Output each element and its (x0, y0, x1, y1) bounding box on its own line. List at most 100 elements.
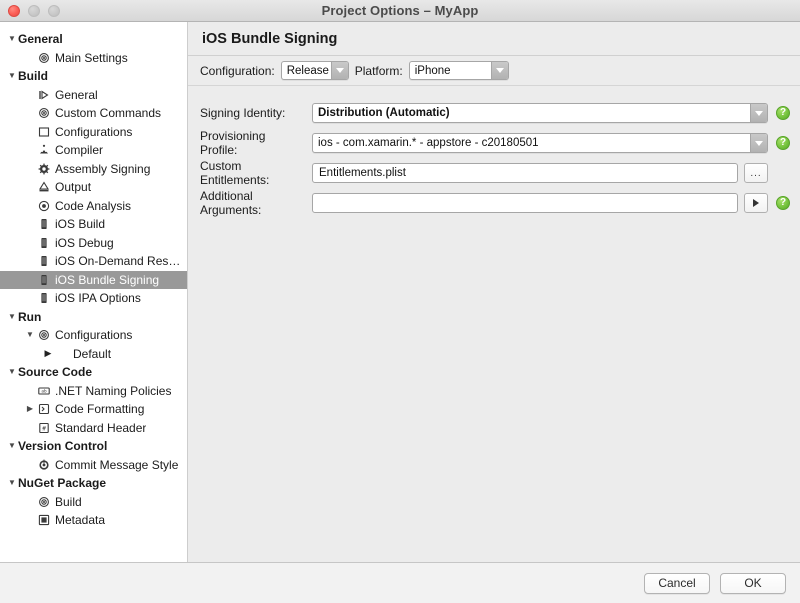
zoom-window-button (48, 5, 60, 17)
sidebar-item-configurations[interactable]: Configurations (0, 123, 187, 142)
platform-dropdown[interactable]: iPhone (409, 61, 509, 80)
sidebar-item-standard-header[interactable]: #Standard Header (0, 419, 187, 438)
build-general-icon (36, 89, 52, 101)
signing-identity-label: Signing Identity: (200, 106, 312, 120)
ok-button[interactable]: OK (720, 573, 786, 594)
sidebar-item-ios-ipa-options[interactable]: iOS IPA Options (0, 289, 187, 308)
sidebar-item-build[interactable]: Build (0, 493, 187, 512)
window-title: Project Options – MyApp (0, 3, 800, 18)
chevron-down-icon (750, 104, 767, 122)
svg-text:ab: ab (41, 388, 47, 394)
output-icon (36, 181, 52, 193)
signing-identity-help-icon[interactable]: ? (776, 106, 790, 120)
custom-entitlements-browse-button[interactable]: ... (744, 163, 768, 183)
configuration-bar: Configuration: Release Platform: iPhone (188, 56, 800, 86)
signing-form: Signing Identity: Distribution (Automati… (188, 86, 800, 562)
sidebar-item-version-control[interactable]: ▼Version Control (0, 437, 187, 456)
provisioning-profile-label: Provisioning Profile: (200, 129, 312, 157)
device-icon (36, 218, 52, 230)
project-options-window: Project Options – MyApp ▼GeneralMain Set… (0, 0, 800, 603)
sidebar-item-commit-message-style[interactable]: Commit Message Style (0, 456, 187, 475)
sidebar-item-assembly-signing[interactable]: Assembly Signing (0, 160, 187, 179)
sidebar-item-custom-commands[interactable]: Custom Commands (0, 104, 187, 123)
chevron-right-icon[interactable]: ▶ (24, 405, 36, 413)
provisioning-profile-value: ios - com.xamarin.* - appstore - c201805… (313, 134, 750, 152)
chevron-down-icon[interactable]: ▼ (6, 72, 18, 80)
gear-burst-icon (36, 163, 52, 175)
sidebar-item-nuget-package[interactable]: ▼NuGet Package (0, 474, 187, 493)
sidebar-item-ios-build[interactable]: iOS Build (0, 215, 187, 234)
svg-text:#: # (42, 425, 46, 432)
chevron-down-icon (331, 62, 348, 79)
provisioning-profile-help-icon[interactable]: ? (776, 136, 790, 150)
sidebar-item-label: iOS IPA Options (55, 291, 141, 305)
sidebar-item-general[interactable]: ▼General (0, 30, 187, 49)
provisioning-profile-dropdown[interactable]: ios - com.xamarin.* - appstore - c201805… (312, 133, 768, 153)
sidebar-item-configurations[interactable]: ▼ Configurations (0, 326, 187, 345)
configuration-dropdown[interactable]: Release (281, 61, 349, 80)
sidebar-item-label: Code Formatting (55, 402, 144, 416)
sidebar-item-label: General (55, 88, 98, 102)
configuration-value: Release (282, 62, 331, 79)
sidebar-item-code-formatting[interactable]: ▶ Code Formatting (0, 400, 187, 419)
sidebar-item-code-analysis[interactable]: Code Analysis (0, 197, 187, 216)
additional-arguments-row: Additional Arguments: ? (188, 188, 800, 218)
sidebar-item-general[interactable]: General (0, 86, 187, 105)
sidebar-item-default[interactable]: ▶ Default (0, 345, 187, 364)
sidebar-item-output[interactable]: Output (0, 178, 187, 197)
chevron-down-icon[interactable]: ▼ (6, 442, 18, 450)
device-icon (36, 292, 52, 304)
sidebar-item-ios-bundle-signing[interactable]: iOS Bundle Signing (0, 271, 187, 290)
cancel-button[interactable]: Cancel (644, 573, 710, 594)
additional-arguments-help-icon[interactable]: ? (776, 196, 790, 210)
sidebar-item-label: Build (55, 495, 82, 509)
chevron-right-icon[interactable]: ▶ (42, 349, 54, 358)
additional-arguments-expand-button[interactable] (744, 193, 768, 213)
custom-entitlements-input[interactable]: Entitlements.plist (312, 163, 738, 183)
chevron-down-icon[interactable]: ▼ (6, 313, 18, 321)
chevron-down-icon[interactable]: ▼ (24, 331, 36, 339)
sidebar-item-build[interactable]: ▼Build (0, 67, 187, 86)
sidebar-item-ios-on-demand-resources[interactable]: iOS On-Demand Resources (0, 252, 187, 271)
provisioning-profile-row: Provisioning Profile: ios - com.xamarin.… (188, 128, 800, 158)
close-window-button[interactable] (8, 5, 20, 17)
device-icon (36, 255, 52, 267)
sidebar-item-label: Default (73, 347, 111, 361)
sidebar-item-label: .NET Naming Policies (55, 384, 171, 398)
window-body: ▼GeneralMain Settings▼BuildGeneralCustom… (0, 22, 800, 562)
compiler-icon (36, 144, 52, 156)
entitlements-help-spacer (776, 166, 790, 180)
sidebar-item-label: Configurations (55, 125, 132, 139)
sidebar-item-label: Code Analysis (55, 199, 131, 213)
gear-icon (36, 107, 52, 119)
sidebar-item-label: Configurations (55, 328, 132, 342)
sidebar-item-compiler[interactable]: Compiler (0, 141, 187, 160)
additional-arguments-label: Additional Arguments: (200, 189, 312, 217)
formatting-icon (36, 403, 52, 415)
signing-identity-value: Distribution (Automatic) (313, 104, 750, 122)
sidebar-item-metadata[interactable]: Metadata (0, 511, 187, 530)
sidebar-item-label: iOS On-Demand Resources (55, 254, 187, 268)
commit-icon (36, 459, 52, 471)
naming-icon: ab (36, 385, 52, 397)
sidebar-item-run[interactable]: ▼Run (0, 308, 187, 327)
header-icon: # (36, 422, 52, 434)
sidebar-item-label: Run (18, 310, 41, 324)
title-bar: Project Options – MyApp (0, 0, 800, 22)
sidebar-item-label: Main Settings (55, 51, 128, 65)
sidebar-item-ios-debug[interactable]: iOS Debug (0, 234, 187, 253)
settings-sidebar[interactable]: ▼GeneralMain Settings▼BuildGeneralCustom… (0, 22, 188, 562)
sidebar-item-net-naming-policies[interactable]: ab .NET Naming Policies (0, 382, 187, 401)
traffic-light-group (8, 0, 60, 22)
sidebar-item-main-settings[interactable]: Main Settings (0, 49, 187, 68)
chevron-down-icon[interactable]: ▼ (6, 368, 18, 376)
sidebar-item-label: Commit Message Style (55, 458, 178, 472)
custom-entitlements-value: Entitlements.plist (319, 167, 406, 179)
additional-arguments-input[interactable] (312, 193, 738, 213)
chevron-down-icon[interactable]: ▼ (6, 35, 18, 43)
sidebar-item-source-code[interactable]: ▼Source Code (0, 363, 187, 382)
signing-identity-row: Signing Identity: Distribution (Automati… (188, 98, 800, 128)
signing-identity-dropdown[interactable]: Distribution (Automatic) (312, 103, 768, 123)
chevron-down-icon[interactable]: ▼ (6, 479, 18, 487)
page-header: iOS Bundle Signing (188, 22, 800, 56)
